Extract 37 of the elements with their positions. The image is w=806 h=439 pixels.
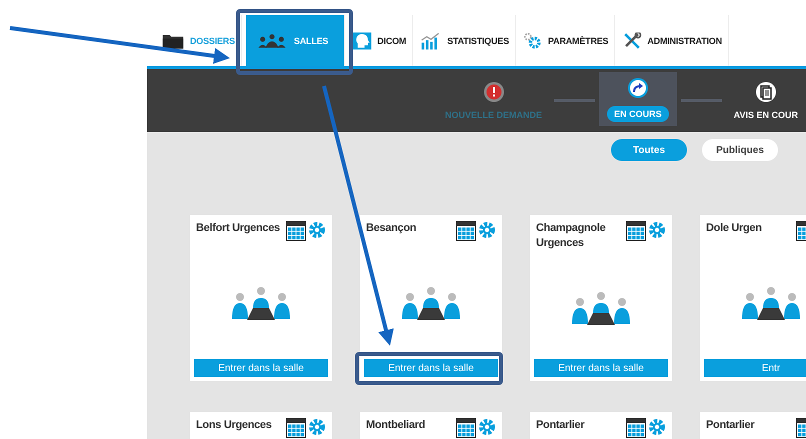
calendar-icon[interactable] — [626, 221, 646, 241]
calendar-icon[interactable] — [456, 418, 476, 438]
calendar-icon[interactable] — [286, 418, 306, 438]
documents-icon — [754, 81, 777, 103]
calendar-icon[interactable] — [456, 221, 476, 241]
meeting-people-icon — [741, 286, 801, 320]
room-name: Lons Urgences — [196, 418, 272, 433]
room-name: Belfort Urgences — [196, 221, 280, 236]
workflow-step[interactable]: EN COURS — [599, 72, 677, 126]
calendar-icon[interactable] — [626, 418, 646, 438]
gears-icon — [524, 32, 542, 49]
alert-icon — [482, 81, 504, 103]
enter-room-button[interactable]: Entrer dans la salle — [534, 359, 668, 377]
meeting-people-icon — [571, 291, 631, 325]
meeting-people-icon — [231, 286, 291, 320]
meeting-people-icon — [401, 286, 461, 320]
calendar-icon[interactable] — [286, 221, 306, 241]
room-name: Pontarlier — [706, 418, 754, 433]
people-icon — [256, 32, 288, 48]
folder-icon — [162, 32, 184, 49]
bar-chart-icon — [421, 32, 442, 49]
enter-room-button[interactable]: Entr — [704, 359, 806, 377]
room-name: Montbeliard — [366, 418, 426, 433]
room-name: Dole Urgen — [706, 221, 762, 236]
room-name: Besançon — [366, 221, 416, 236]
filter-pill[interactable]: Publiques — [702, 139, 778, 161]
room-name: Pontarlier — [536, 418, 584, 433]
workflow-step[interactable]: NOUVELLE DEMANDE — [437, 69, 550, 132]
head-icon — [352, 32, 372, 49]
tools-icon — [623, 32, 642, 49]
filter-pill[interactable]: Toutes — [611, 139, 687, 161]
enter-room-button[interactable]: Entrer dans la salle — [364, 359, 498, 377]
room-name: Champagnole Urgences — [536, 221, 606, 251]
enter-room-button[interactable]: Entrer dans la salle — [194, 359, 328, 377]
workflow-step[interactable]: AVIS EN COUR — [726, 69, 806, 132]
forward-arrow-icon — [626, 76, 649, 98]
nav-tab[interactable]: SALLES — [246, 15, 346, 66]
